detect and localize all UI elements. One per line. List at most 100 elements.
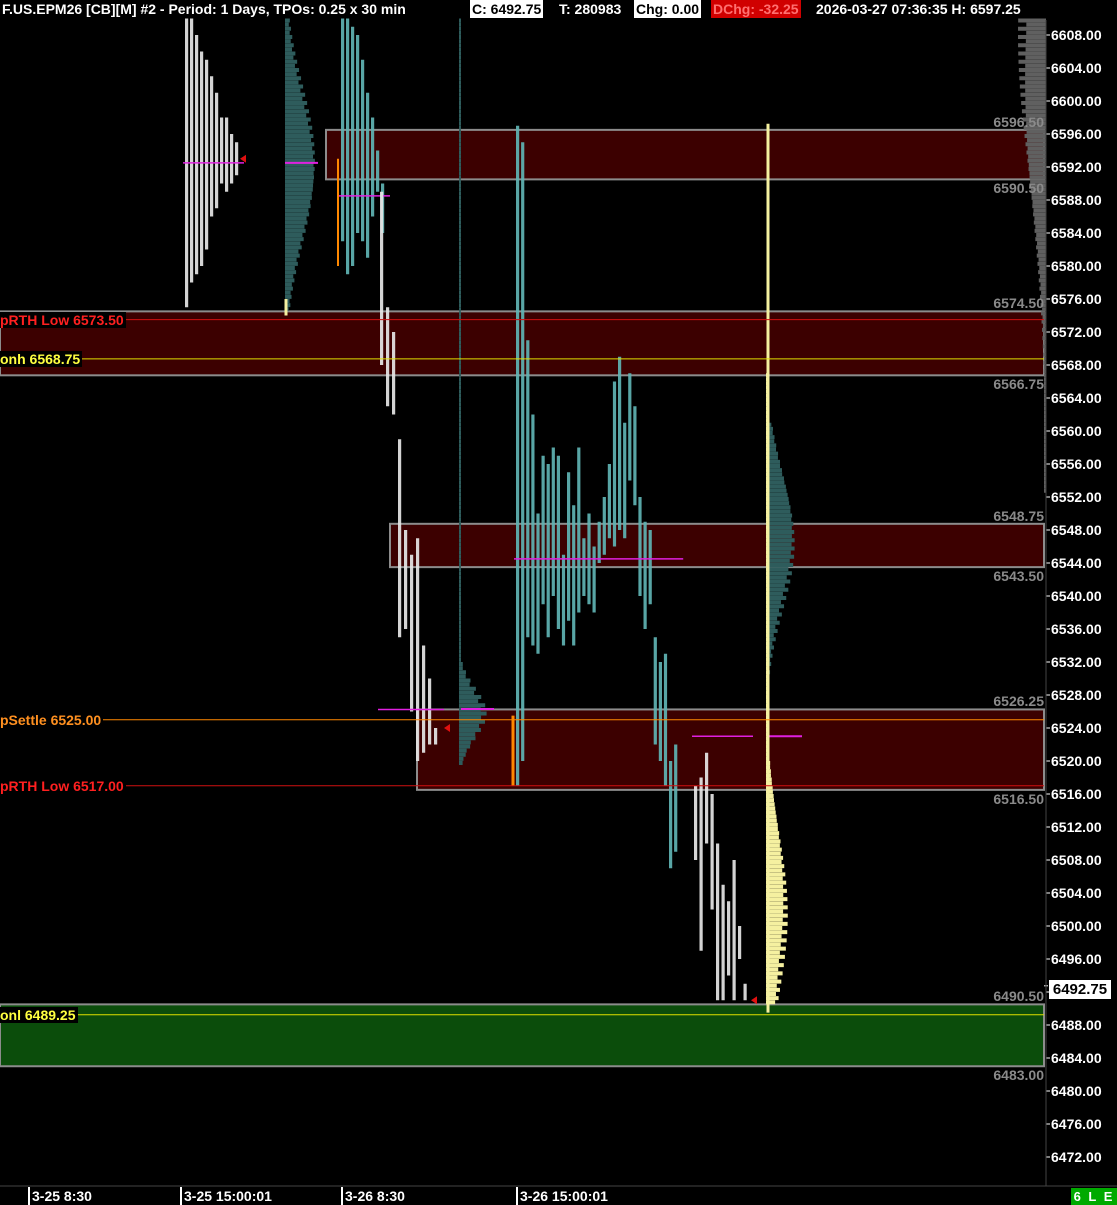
tpo-column: [618, 356, 622, 530]
profile-row: [285, 113, 307, 118]
profile-row: [459, 525, 461, 530]
zone-edge-label: 6483.00: [993, 1067, 1044, 1084]
profile-row: [459, 352, 461, 357]
profile-row: [459, 670, 466, 675]
price-tick-label: 6600.00: [1051, 93, 1102, 109]
profile-row: [459, 344, 461, 349]
profile-row: [459, 505, 461, 510]
profile-row: [285, 109, 310, 114]
profile-row: [459, 257, 461, 262]
profile-row: [459, 732, 476, 737]
tpo-column: [404, 530, 408, 629]
price-tick-label: 6608.00: [1051, 27, 1102, 43]
profile-row: [459, 88, 461, 93]
time-tick-label: 3-25 15:00:01: [180, 1187, 272, 1205]
tpo-column: [633, 406, 637, 506]
profile-row: [285, 96, 303, 101]
profile-row: [285, 101, 308, 105]
profile-row: [766, 517, 792, 522]
tpo-column: [705, 752, 709, 844]
profile-row: [285, 220, 308, 225]
price-tick-label: 6572.00: [1051, 324, 1102, 340]
profile-row: [459, 728, 481, 732]
tpo-column: [732, 860, 736, 1001]
profile-row: [459, 22, 461, 27]
profile-row: [459, 307, 461, 312]
price-tick-label: 6576.00: [1051, 291, 1102, 307]
profile-row: [459, 389, 461, 394]
price-tick-label: 6556.00: [1051, 456, 1102, 472]
profile-row: [285, 237, 304, 242]
profile-row: [459, 290, 461, 295]
tpo-column: [556, 455, 560, 629]
profile-row: [459, 129, 461, 134]
profile-row: [459, 323, 461, 328]
profile-row: [1027, 138, 1046, 143]
tpo-column: [658, 662, 662, 761]
profile-row: [459, 237, 461, 242]
profile-row: [1026, 150, 1046, 155]
current-price-marker: 6492.75: [1049, 980, 1111, 999]
profile-row: [1026, 30, 1046, 35]
chart-title: F.US.EPM26 [CB][M] #2 - Period: 1 Days, …: [0, 0, 408, 18]
profile-row: [459, 723, 480, 728]
profile-row: [766, 554, 795, 559]
price-tick-label: 6536.00: [1051, 621, 1102, 637]
profile-row: [459, 637, 461, 642]
tpo-column: [531, 414, 535, 646]
tpo-column: [638, 497, 642, 596]
profile-row: [459, 612, 461, 617]
profile-row: [1018, 68, 1046, 72]
profile-row: [459, 748, 467, 753]
tpo-column: [190, 18, 194, 283]
profile-row: [459, 303, 461, 308]
time-tick-label: 3-26 8:30: [341, 1187, 405, 1205]
tpo-column: [738, 926, 742, 959]
profile-row: [459, 740, 471, 745]
profile-row: [459, 228, 461, 233]
profile-row: [1025, 80, 1046, 85]
profile-row: [1018, 43, 1046, 48]
tpo-column: [612, 381, 617, 547]
corner-badge: 6 L E: [1071, 1188, 1117, 1205]
profile-row: [459, 39, 461, 44]
profile-row: [1041, 327, 1046, 332]
profile-row: [1038, 257, 1046, 262]
profile-row: [285, 47, 292, 52]
profile-row: [459, 373, 461, 378]
profile-row: [1029, 171, 1046, 176]
arrow-marker-0: [240, 154, 246, 163]
profile-row: [459, 18, 461, 23]
profile-row: [766, 538, 795, 543]
price-tick-label: 6564.00: [1051, 390, 1102, 406]
profile-row: [285, 290, 291, 295]
tpo-column: [648, 530, 652, 605]
profile-row: [459, 393, 461, 398]
profile-row: [1018, 18, 1046, 23]
market-profile-chart[interactable]: [0, 0, 1117, 1205]
profile-row: [285, 175, 315, 180]
profile-row: [459, 591, 461, 596]
profile-row: [766, 534, 792, 539]
price-tick-label: 6504.00: [1051, 885, 1102, 901]
profile-row: [459, 501, 461, 506]
profile-row: [459, 278, 461, 283]
profile-row: [285, 129, 310, 134]
profile-row: [285, 59, 298, 64]
tpo-column: [653, 637, 657, 745]
tpo-column: [230, 134, 234, 184]
price-tick-label: 6560.00: [1051, 423, 1102, 439]
tpo-column: [235, 142, 239, 176]
profile-row: [1037, 241, 1046, 246]
profile-row: [459, 744, 471, 749]
profile-row: [459, 596, 461, 600]
profile-row: [1028, 162, 1046, 167]
profile-row: [285, 18, 290, 23]
profile-row: [459, 286, 461, 291]
tpo-column: [674, 744, 678, 852]
profile-row: [1024, 134, 1046, 138]
price-tick-label: 6552.00: [1051, 489, 1102, 505]
price-tick-label: 6484.00: [1051, 1050, 1102, 1066]
profile-row: [459, 191, 461, 196]
profile-row: [285, 187, 313, 192]
